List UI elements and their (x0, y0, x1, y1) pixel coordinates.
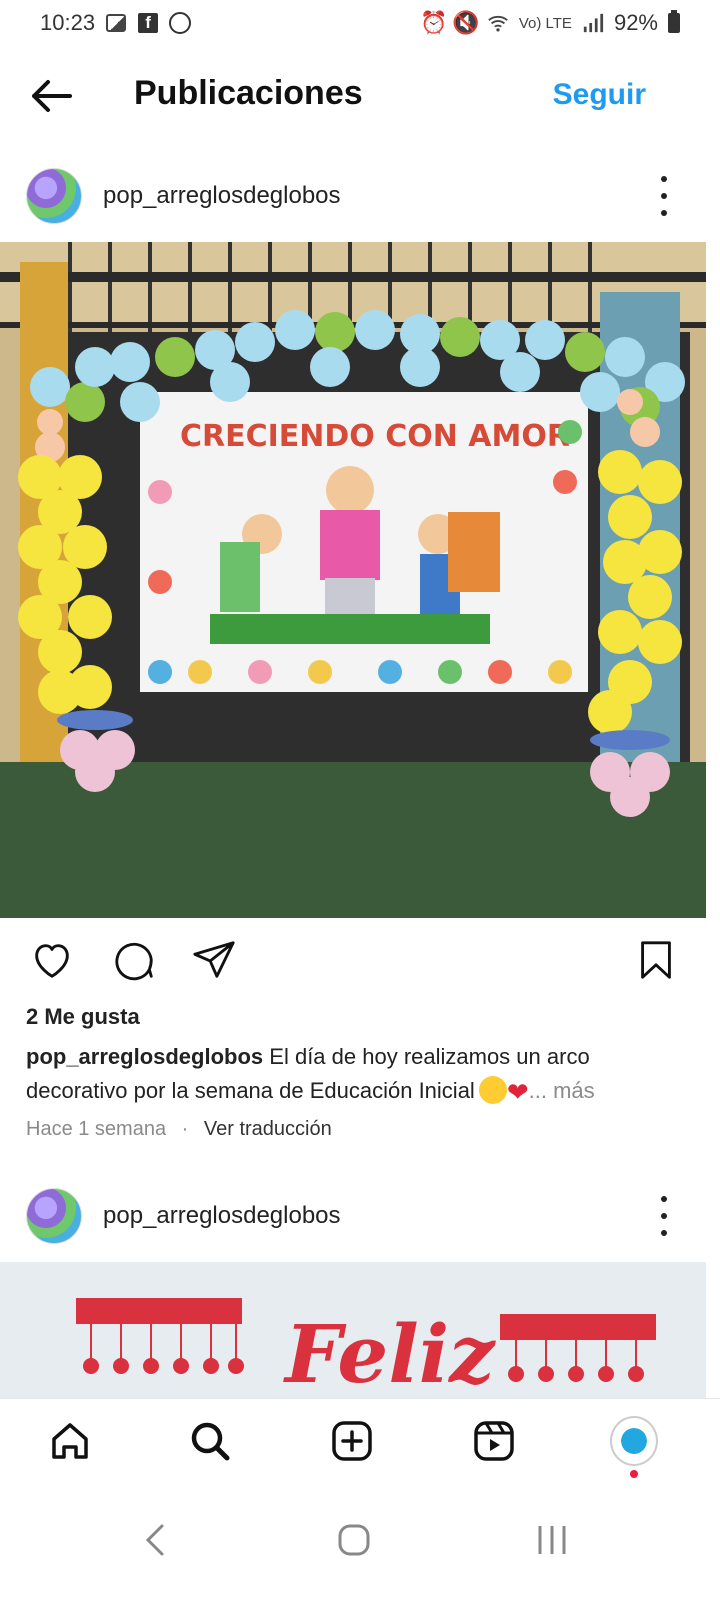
nav-profile[interactable] (610, 1416, 658, 1466)
banner-text: CRECIENDO CON AMOR (180, 419, 570, 454)
mute-icon: 🔇 (452, 10, 480, 35)
post-header: pop_arreglosdeglobos (0, 156, 720, 236)
nav-home[interactable] (46, 1417, 94, 1465)
system-recents-button[interactable] (522, 1510, 582, 1570)
chevron-left-icon (145, 1524, 164, 1556)
post-username[interactable]: pop_arreglosdeglobos (103, 1202, 341, 1230)
back-button[interactable] (28, 76, 76, 116)
balloon-text: Feliz (283, 1307, 496, 1398)
bookmark-icon (641, 941, 671, 979)
alarm-icon: ⏰ (420, 10, 448, 35)
system-home-button[interactable] (324, 1510, 384, 1570)
signal-icon (582, 12, 604, 34)
whatsapp-icon (169, 12, 192, 34)
page-title: Publicaciones (134, 74, 363, 112)
image-icon (105, 12, 127, 34)
post-caption: pop_arreglosdeglobos El día de hoy reali… (26, 1040, 686, 1109)
reels-icon (474, 1421, 514, 1461)
battery-icon (668, 10, 680, 33)
home-icon (52, 1423, 88, 1459)
post-meta: Hace 1 semana · Ver traducción (26, 1118, 332, 1140)
share-button[interactable] (188, 934, 240, 986)
see-translation-link[interactable]: Ver traducción (204, 1118, 332, 1140)
create-icon (332, 1421, 372, 1461)
more-options-button[interactable] (658, 176, 670, 216)
avatar[interactable] (26, 168, 82, 224)
post-actions (0, 934, 720, 994)
like-button[interactable] (26, 934, 78, 986)
facebook-icon: f (137, 12, 159, 34)
app-header: Publicaciones Seguir (0, 56, 720, 136)
likes-count[interactable]: 2 Me gusta (26, 1004, 140, 1030)
system-back-button[interactable] (126, 1510, 186, 1570)
nav-search[interactable] (186, 1417, 234, 1465)
comment-button[interactable] (108, 934, 160, 986)
avatar[interactable] (26, 1188, 82, 1244)
nav-create[interactable] (328, 1417, 376, 1465)
system-navigation (0, 1482, 720, 1600)
post-timestamp: Hace 1 semana (26, 1118, 167, 1140)
post-image[interactable]: CRECIENDO CON AMOR (0, 242, 706, 918)
party-emoji-icon (478, 1076, 507, 1104)
profile-icon (610, 1416, 658, 1466)
send-icon (193, 941, 235, 978)
search-icon (191, 1422, 230, 1461)
save-button[interactable] (630, 934, 682, 986)
red-heart-icon: ❤ (506, 1077, 529, 1107)
more-options-button[interactable] (658, 1196, 670, 1236)
arrow-left-icon (32, 80, 72, 112)
post-username[interactable]: pop_arreglosdeglobos (103, 182, 341, 210)
follow-button[interactable]: Seguir (553, 78, 646, 112)
network-type: Vo) LTE (518, 14, 572, 32)
post-header-2: pop_arreglosdeglobos (0, 1176, 720, 1256)
home-circle-icon (338, 1524, 370, 1556)
caption-username[interactable]: pop_arreglosdeglobos (26, 1044, 263, 1069)
status-time: 10:23 (40, 10, 96, 35)
notification-dot (630, 1470, 638, 1478)
caption-more-link[interactable]: ... más (529, 1078, 595, 1103)
comment-icon (115, 942, 153, 981)
post-image-2[interactable]: Feliz (0, 1262, 706, 1398)
status-bar: 10:23 f ⏰ 🔇 Vo) LTE 92% (0, 0, 720, 46)
recents-icon (538, 1526, 566, 1554)
wifi-icon (487, 12, 509, 34)
bottom-navigation (0, 1398, 720, 1482)
battery-percentage: 92% (613, 10, 658, 35)
heart-icon (35, 944, 69, 978)
nav-reels[interactable] (470, 1417, 518, 1465)
